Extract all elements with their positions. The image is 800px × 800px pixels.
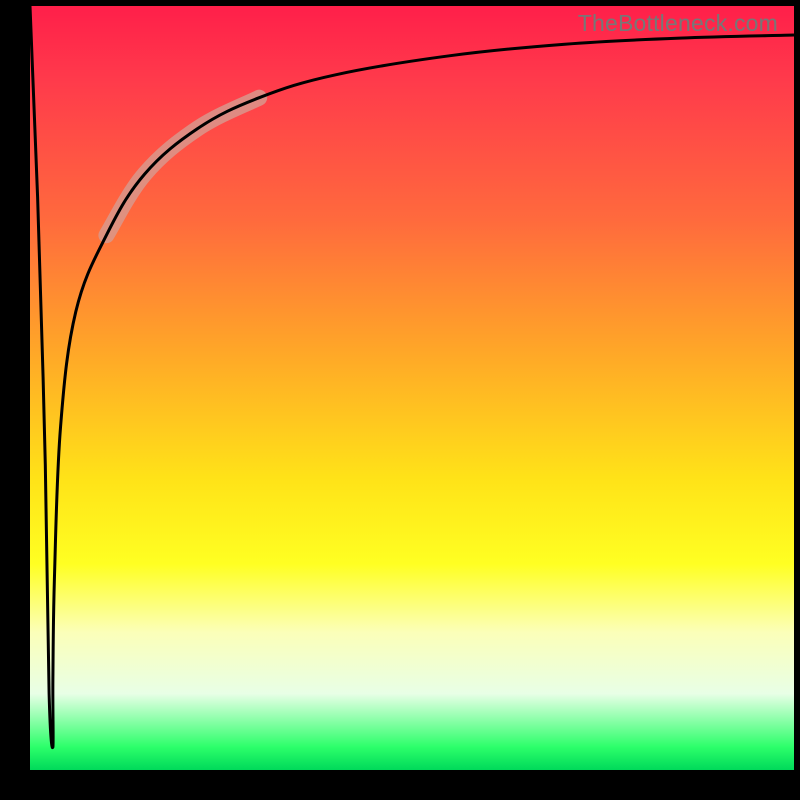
curve-highlight-segment <box>106 98 259 236</box>
frame-left <box>0 0 30 800</box>
chart-plot-area <box>30 6 794 770</box>
frame-right <box>794 0 800 800</box>
frame-bottom <box>0 770 800 800</box>
watermark-text: TheBottleneck.com <box>578 10 778 37</box>
chart-svg <box>30 6 794 770</box>
bottleneck-curve <box>30 6 794 748</box>
